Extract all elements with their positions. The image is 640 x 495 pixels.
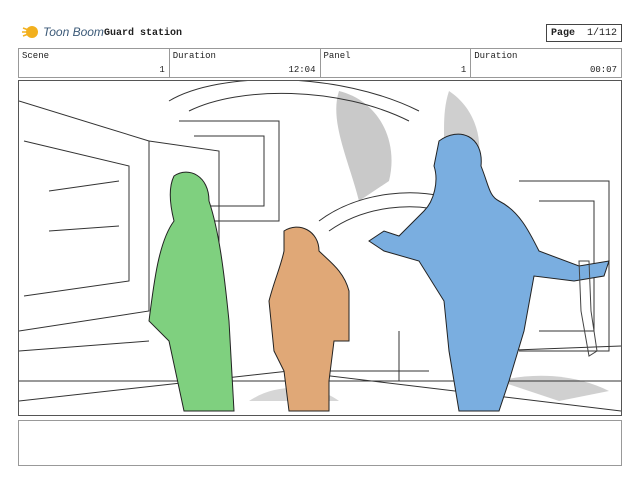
- page-value: 1/112: [586, 27, 617, 39]
- logo-text: Toon Boom: [43, 25, 104, 39]
- project-title: Guard station: [104, 28, 183, 39]
- panel-duration-value: 00:07: [589, 65, 617, 75]
- panel-value: 1: [460, 65, 467, 75]
- scene-duration-value: 12:04: [288, 65, 316, 75]
- page-indicator: Page 1/112: [546, 24, 622, 42]
- storyboard-header: Toon Boom Guard station Page 1/112: [18, 22, 622, 46]
- scene-cell: Scene 1: [19, 49, 170, 77]
- panel-label: Panel: [323, 51, 351, 61]
- toon-boom-logo-icon: [22, 26, 38, 38]
- panel-notes-area[interactable]: [18, 420, 622, 466]
- storyboard-panel-image[interactable]: [18, 80, 622, 416]
- panel-drawing: [19, 81, 621, 412]
- panel-cell: Panel 1: [321, 49, 472, 77]
- panel-duration-label: Duration: [474, 51, 518, 61]
- panel-info-table: Scene 1 Duration 12:04 Panel 1 Duration …: [18, 48, 622, 78]
- scene-duration-cell: Duration 12:04: [170, 49, 321, 77]
- page-label: Page: [551, 27, 576, 39]
- scene-value: 1: [159, 65, 165, 75]
- scene-duration-label: Duration: [172, 51, 216, 61]
- panel-duration-cell: Duration 00:07: [471, 49, 621, 77]
- scene-label: Scene: [22, 51, 50, 61]
- toon-boom-logo: Toon Boom: [22, 24, 104, 40]
